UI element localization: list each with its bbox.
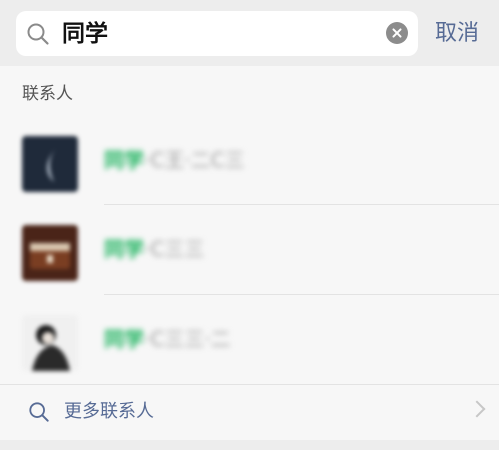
more-contacts-button[interactable]: 更多联系人	[0, 384, 499, 441]
avatar	[22, 136, 78, 192]
search-results: 联系人 同学·C王·二C三 同学·C三三 同学·C三三·二 更多联系人	[0, 66, 499, 440]
contact-name: 同学·C三三	[104, 237, 205, 261]
contact-row[interactable]: 同学·C王·二C三	[0, 116, 499, 204]
search-bar: 同学 取消	[0, 0, 499, 66]
contact-name: 同学·C三三·二	[104, 327, 231, 351]
search-icon	[28, 401, 50, 427]
clear-icon[interactable]	[386, 22, 408, 44]
search-icon	[26, 22, 50, 50]
contact-row[interactable]: 同学·C三三·二	[0, 295, 499, 383]
chevron-right-icon	[468, 400, 486, 418]
cancel-button[interactable]: 取消	[435, 20, 479, 48]
avatar	[22, 225, 78, 281]
bottom-bar	[0, 440, 499, 450]
contact-name: 同学·C王·二C三	[104, 148, 245, 172]
avatar	[22, 315, 78, 371]
more-contacts-label: 更多联系人	[64, 401, 154, 422]
search-box[interactable]: 同学	[16, 11, 418, 56]
search-input[interactable]: 同学	[62, 20, 108, 48]
contact-row[interactable]: 同学·C三三	[0, 205, 499, 293]
section-title: 联系人	[22, 84, 73, 104]
